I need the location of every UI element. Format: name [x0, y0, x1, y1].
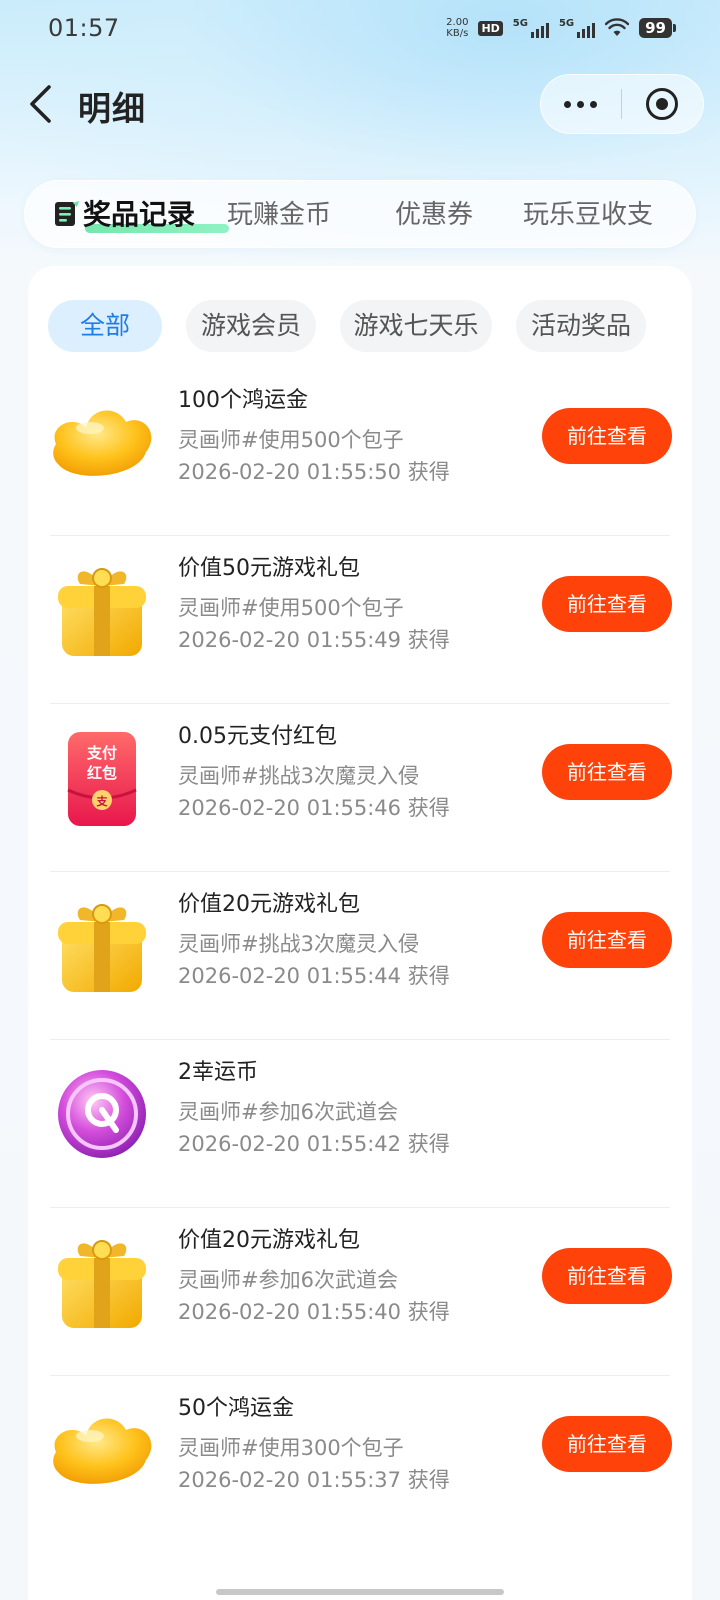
gold-ingot-icon: [53, 410, 152, 476]
more-dots-icon: [564, 100, 572, 108]
target-circle-icon: [646, 88, 679, 120]
red-packet-text-2: 红包: [87, 764, 117, 782]
home-indicator[interactable]: [216, 1589, 504, 1595]
list-item: 2幸运币 灵画师#参加6次武道会 2026-02-20 01:55:42 获得: [28, 1040, 692, 1208]
chevron-left-icon: [30, 85, 51, 123]
gift-box-icon: [58, 1240, 146, 1328]
list-icon: [55, 201, 79, 226]
prize-time: 2026-02-20 01:55:50 获得: [178, 460, 450, 484]
prize-name: 价值20元游戏礼包: [178, 892, 360, 917]
red-packet-seal: 支: [96, 794, 109, 808]
prize-time: 2026-02-20 01:55:42 获得: [178, 1132, 450, 1156]
prize-source: 灵画师#挑战3次魔灵入侵: [178, 932, 419, 956]
list-item: 价值20元游戏礼包 灵画师#参加6次武道会 2026-02-20 01:55:4…: [28, 1208, 692, 1376]
network-speed-value: 2.00: [446, 17, 469, 28]
list-item: 支付 红包 支 0.05元支付红包 灵画师#挑战3次魔灵入侵 2026-02-2…: [28, 704, 692, 872]
red-packet-text-1: 支付: [86, 744, 117, 762]
prize-source: 灵画师#挑战3次魔灵入侵: [178, 764, 419, 788]
main-tabs: 奖品记录 玩赚金币 优惠券 玩乐豆收支: [24, 180, 696, 248]
lucky-coin-icon: [58, 1070, 146, 1158]
prize-name: 0.05元支付红包: [178, 724, 337, 749]
tab-coupons[interactable]: 优惠券: [395, 181, 473, 249]
network-speed-unit: KB/s: [446, 28, 469, 39]
signal-strength-icon: 5G: [513, 18, 549, 38]
filter-game-membership[interactable]: 游戏会员: [186, 300, 316, 352]
gift-box-icon: [58, 568, 146, 656]
tab-beans-ledger[interactable]: 玩乐豆收支: [523, 181, 653, 249]
navigation-bar: 明细: [0, 64, 720, 144]
list-item: 价值20元游戏礼包 灵画师#挑战3次魔灵入侵 2026-02-20 01:55:…: [28, 872, 692, 1040]
view-prize-button[interactable]: 前往查看: [542, 1416, 672, 1472]
prize-name: 100个鸿运金: [178, 388, 308, 413]
more-button[interactable]: [541, 74, 621, 134]
list-item: 价值50元游戏礼包 灵画师#使用500个包子 2026-02-20 01:55:…: [28, 536, 692, 704]
status-icons: 2.00 KB/s HD 5G 5G 99: [446, 17, 676, 39]
hd-voice-icon: HD: [478, 20, 503, 36]
view-prize-button[interactable]: 前往查看: [542, 408, 672, 464]
prize-source: 灵画师#参加6次武道会: [178, 1268, 398, 1292]
signal-label: 5G: [512, 18, 528, 29]
status-bar: 01:57 2.00 KB/s HD 5G 5G 99: [0, 0, 720, 56]
tab-earn-coins[interactable]: 玩赚金币: [227, 181, 331, 249]
view-prize-button[interactable]: 前往查看: [542, 576, 672, 632]
gold-ingot-icon: [53, 1418, 152, 1484]
prize-time: 2026-02-20 01:55:44 获得: [178, 964, 450, 988]
gift-box-icon: [58, 904, 146, 992]
prize-source: 灵画师#使用300个包子: [178, 1436, 404, 1460]
view-prize-button[interactable]: 前往查看: [542, 1248, 672, 1304]
prize-source: 灵画师#使用500个包子: [178, 428, 404, 452]
prize-name: 价值20元游戏礼包: [178, 1228, 360, 1253]
prize-time: 2026-02-20 01:55:46 获得: [178, 796, 450, 820]
back-button[interactable]: [18, 78, 62, 130]
wifi-icon: [605, 18, 630, 36]
prize-source: 灵画师#使用500个包子: [178, 596, 404, 620]
prize-time: 2026-02-20 01:55:40 获得: [178, 1300, 450, 1324]
mini-program-capsule: [540, 74, 704, 134]
page-title: 明细: [78, 89, 146, 128]
close-button[interactable]: [622, 74, 704, 134]
red-packet-icon: 支付 红包 支: [67, 732, 137, 826]
prize-time: 2026-02-20 01:55:49 获得: [178, 628, 450, 652]
battery-icon: 99: [639, 18, 676, 38]
list-item: 100个鸿运金 灵画师#使用500个包子 2026-02-20 01:55:50…: [28, 368, 692, 536]
filter-all[interactable]: 全部: [48, 300, 162, 352]
list-item: 50个鸿运金 灵画师#使用300个包子 2026-02-20 01:55:37 …: [28, 1376, 692, 1544]
view-prize-button[interactable]: 前往查看: [542, 912, 672, 968]
filter-game-seven-days[interactable]: 游戏七天乐: [340, 300, 492, 352]
tab-prize-records[interactable]: 奖品记录: [83, 181, 195, 249]
signal-strength-icon-2: 5G: [558, 18, 596, 38]
view-prize-button[interactable]: 前往查看: [542, 744, 672, 800]
prize-time: 2026-02-20 01:55:37 获得: [178, 1468, 450, 1492]
prize-name: 2幸运币: [178, 1060, 258, 1085]
prize-list-card: 全部 游戏会员 游戏七天乐 活动奖品 100个鸿运金 灵画师#使用500个包子 …: [28, 266, 692, 1600]
status-time: 01:57: [48, 14, 120, 42]
prize-name: 价值50元游戏礼包: [178, 556, 360, 581]
network-speed: 2.00 KB/s: [446, 17, 468, 39]
filter-event-prizes[interactable]: 活动奖品: [516, 300, 646, 352]
signal-label-2: 5G: [558, 18, 575, 29]
prize-source: 灵画师#参加6次武道会: [178, 1100, 398, 1124]
prize-name: 50个鸿运金: [178, 1396, 294, 1421]
